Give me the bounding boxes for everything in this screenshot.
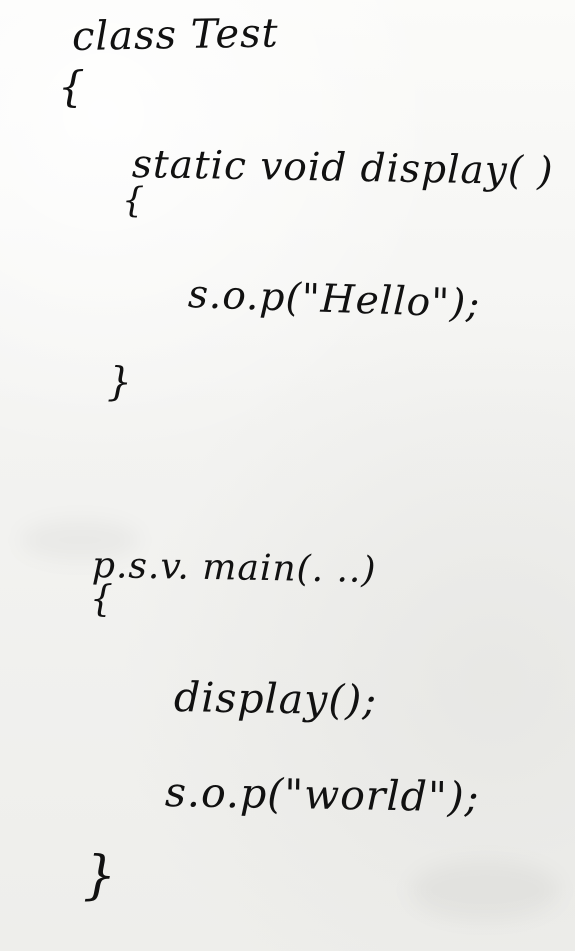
opening-brace-class: { xyxy=(58,62,85,111)
closing-brace-main: } xyxy=(83,846,117,906)
code-line-psv-main: p.s.v. main(. ..) xyxy=(91,545,377,591)
code-line-sop-hello: s.o.p("Hello"); xyxy=(187,272,482,328)
whiteboard: class Test { static void display( ) { s.… xyxy=(0,0,575,951)
opening-brace-main: { xyxy=(90,579,113,620)
opening-brace-display: { xyxy=(122,181,145,221)
smudge xyxy=(410,860,560,920)
code-line-static-void-display: static void display( ) xyxy=(131,142,555,195)
closing-brace-display: } xyxy=(107,360,132,405)
code-line-class-test: class Test xyxy=(71,10,280,60)
code-line-display-call: display(); xyxy=(173,673,378,725)
code-line-sop-world: s.o.p("world"); xyxy=(164,768,480,822)
